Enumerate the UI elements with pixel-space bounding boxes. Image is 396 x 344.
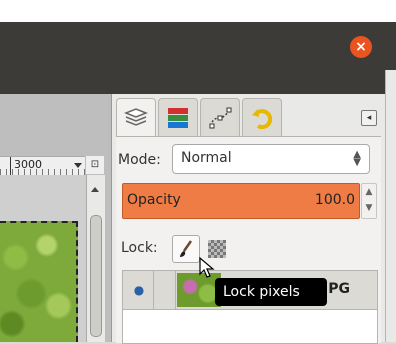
zoom-corner-icon[interactable]: ⊡ (86, 156, 104, 174)
dock-menu-icon[interactable]: ◂ (361, 110, 377, 126)
paintbrush-icon (180, 240, 193, 257)
layer-boundary (0, 221, 78, 342)
horizontal-ruler: 3000 (0, 156, 85, 176)
undo-history-icon (252, 109, 273, 130)
channels-icon (168, 108, 188, 128)
opacity-value: 100.0 (314, 192, 355, 208)
image-canvas-area: 3000 ⊡ (0, 94, 112, 342)
select-arrows-icon: ▲ ▼ (353, 149, 361, 168)
close-icon: × (355, 39, 367, 55)
opacity-slider[interactable]: Opacity 100.0 (122, 183, 360, 219)
vertical-scrollbar[interactable] (86, 175, 105, 342)
tab-paths[interactable] (200, 98, 240, 137)
paths-icon (209, 107, 232, 129)
lock-label: Lock: (121, 240, 158, 256)
opacity-spin-buttons[interactable]: ▲ ▼ (361, 183, 377, 219)
column-divider (175, 271, 176, 309)
window-close-button[interactable]: × (350, 36, 372, 58)
tab-undo-history[interactable] (242, 98, 282, 137)
tooltip: Lock pixels (215, 278, 327, 306)
ruler-label: 3000 (14, 158, 42, 171)
opacity-label: Opacity (127, 192, 181, 208)
dock-tabs: ◂ (116, 98, 381, 138)
window-edge (385, 70, 396, 342)
scroll-up-icon[interactable] (91, 187, 99, 192)
lock-pixels-button[interactable] (172, 235, 200, 263)
tab-layers[interactable] (116, 98, 156, 137)
eye-icon[interactable]: ● (131, 283, 147, 297)
ruler-position-marker (74, 163, 82, 168)
mode-value: Normal (181, 150, 232, 166)
layers-icon (123, 108, 149, 126)
tab-channels[interactable] (158, 98, 198, 137)
scrollbar-thumb[interactable] (90, 215, 102, 337)
ruler-major-tick (10, 157, 11, 175)
mouse-pointer-icon (199, 256, 215, 278)
screen-top-bar (0, 0, 396, 24)
mode-label: Mode: (118, 152, 161, 168)
mode-select[interactable]: Normal ▲ ▼ (172, 144, 370, 174)
column-divider (153, 271, 154, 309)
layer-name[interactable]: JPG (323, 281, 350, 297)
window-titlebar (0, 24, 396, 94)
